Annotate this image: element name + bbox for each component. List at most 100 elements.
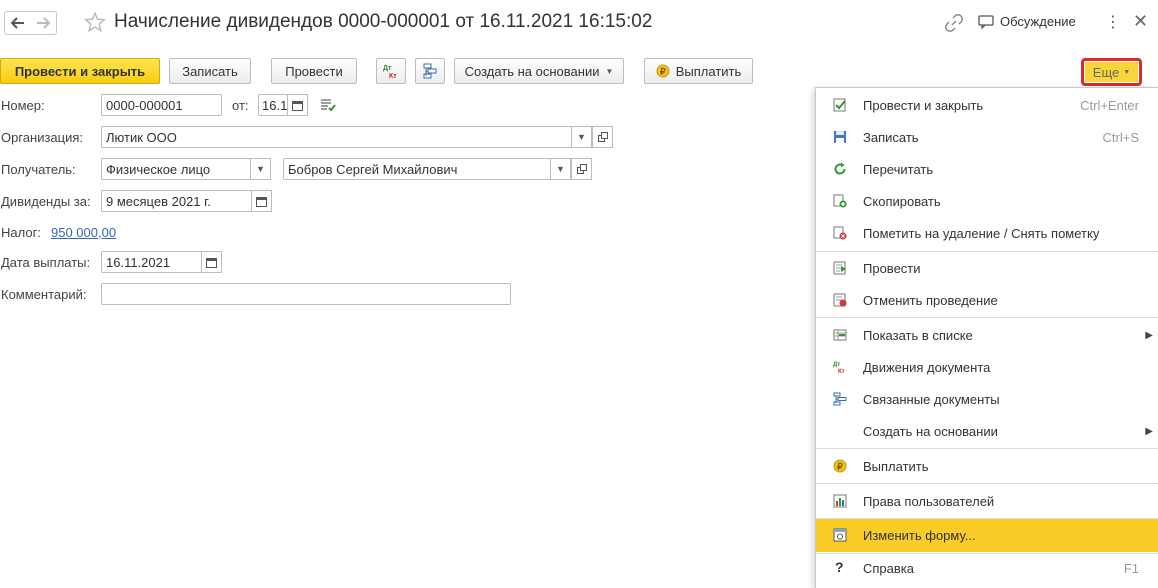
post-close-icon [833,98,846,112]
menu-item-document-movements[interactable]: Дт Кт Движения документа [816,351,1158,383]
chevron-down-icon: ▼ [256,164,265,174]
menu-item-post-and-close[interactable]: Провести и закрыть Ctrl+Enter [816,89,1158,121]
recipient-name-field[interactable]: Бобров Сергей Михайлович [283,158,551,180]
organization-dropdown-button[interactable]: ▼ [571,126,592,148]
menu-item-label: Создать на основании [863,423,998,439]
more-label: Еще [1092,64,1120,80]
chevron-down-icon: ▼ [577,132,586,142]
save-button[interactable]: Записать [169,58,251,84]
pay-label: Выплатить [675,63,742,79]
menu-item-label: Пометить на удаление / Снять пометку [863,225,1100,241]
number-field[interactable]: 0000-000001 [101,94,222,116]
coin-icon: ₽ [656,64,670,78]
help-icon: ? [835,559,844,575]
favorite-star-icon[interactable] [84,11,106,33]
recipient-type-dropdown-button[interactable]: ▼ [250,158,271,180]
menu-item-user-rights[interactable]: Права пользователей [816,485,1158,517]
pay-date-label: Дата выплаты: [1,255,91,270]
tax-label: Налог: [1,225,41,240]
menu-item-create-based-on[interactable]: Создать на основании ▶ [816,415,1158,447]
tax-link[interactable]: 950 000,00 [51,225,116,240]
pay-date-calendar-button[interactable] [201,251,222,273]
date-field[interactable]: 16.1 [258,94,288,116]
svg-text:Дт: Дт [383,65,392,72]
date-label: от: [232,98,249,113]
menu-item-post[interactable]: Провести [816,252,1158,284]
organization-open-button[interactable] [592,126,613,148]
recipient-type-field[interactable]: Физическое лицо [101,158,251,180]
menu-separator [816,317,1158,318]
menu-item-reload[interactable]: Перечитать [816,153,1158,185]
svg-text:₽: ₽ [660,67,666,77]
menu-item-unpost[interactable]: Отменить проведение [816,284,1158,316]
page-title: Начисление дивидендов 0000-000001 от 16.… [114,11,653,32]
arrow-right-icon [37,17,50,29]
organization-label: Организация: [1,130,84,145]
submenu-arrow-icon: ▶ [1145,425,1153,437]
menu-item-label: Отменить проведение [863,292,998,308]
numbering-settings-icon[interactable] [320,98,336,112]
link-icon[interactable] [945,14,963,32]
menu-item-shortcut: Ctrl+Enter [1080,97,1139,113]
forward-button[interactable] [30,11,57,35]
post-and-close-button[interactable]: Провести и закрыть [0,58,160,84]
menu-item-label: Перечитать [863,161,934,177]
menu-item-help[interactable]: ? Справка F1 [816,552,1158,584]
chevron-down-icon: ▼ [1123,68,1131,76]
title-bar: Начисление дивидендов 0000-000001 от 16.… [0,0,1158,46]
pay-date-field[interactable]: 16.11.2021 [101,251,202,273]
menu-item-label: Скопировать [863,193,941,209]
menu-item-label: Связанные документы [863,391,1000,407]
document-structure-icon [423,63,437,79]
dt-kt-button[interactable]: Дт Кт [376,58,406,84]
calendar-icon [206,257,217,268]
pay-button[interactable]: ₽ Выплатить [644,58,753,84]
submenu-arrow-icon: ▶ [1145,329,1153,341]
open-icon [597,132,608,142]
svg-text:Кт: Кт [838,369,845,374]
menu-separator [816,483,1158,484]
menu-item-mark-deletion[interactable]: Пометить на удаление / Снять пометку [816,217,1158,249]
menu-item-save[interactable]: Записать Ctrl+S [816,121,1158,153]
more-button-highlight: Еще ▼ [1081,58,1142,86]
arrow-left-icon [10,17,24,29]
menu-item-label: Провести [863,260,921,276]
menu-item-show-in-list[interactable]: Показать в списке ▶ [816,319,1158,351]
comment-field[interactable] [101,283,511,305]
svg-text:Дт: Дт [833,362,840,368]
dividends-for-field[interactable]: 9 месяцев 2021 г. [101,190,252,212]
post-button[interactable]: Провести [271,58,357,84]
show-in-list-icon [833,329,847,341]
organization-field[interactable]: Лютик ООО [101,126,572,148]
back-button[interactable] [4,11,31,35]
structure-button[interactable] [415,58,445,84]
post-icon [833,261,846,275]
menu-item-copy[interactable]: Скопировать [816,185,1158,217]
menu-item-label: Движения документа [863,359,991,375]
recipient-name-dropdown-button[interactable]: ▼ [550,158,571,180]
menu-item-pay[interactable]: ₽ Выплатить [816,450,1158,482]
save-icon [834,131,846,143]
pay-coin-icon: ₽ [833,459,847,473]
period-calendar-button[interactable] [251,190,272,212]
menu-item-change-form[interactable]: Изменить форму... [816,519,1158,552]
menu-item-label: Выплатить [863,458,929,474]
svg-text:₽: ₽ [837,462,843,472]
document-movements-icon: ДтКт [833,362,845,374]
discussion-label: Обсуждение [1000,14,1076,29]
number-label: Номер: [1,98,45,113]
more-options-icon[interactable]: ⋮ [1105,12,1121,32]
discussion-button[interactable]: Обсуждение [978,14,1076,29]
calendar-icon [292,100,303,111]
close-icon[interactable]: ✕ [1133,11,1148,32]
more-button[interactable]: Еще ▼ [1085,62,1138,82]
recipient-open-button[interactable] [571,158,592,180]
menu-separator [816,448,1158,449]
change-form-icon [833,528,847,542]
menu-item-shortcut: F1 [1123,560,1139,576]
menu-item-related-documents[interactable]: Связанные документы [816,383,1158,415]
create-based-on-button[interactable]: Создать на основании ▼ [454,58,624,84]
calendar-button[interactable] [287,94,308,116]
dividends-for-label: Дивиденды за: [1,194,91,209]
comment-label: Комментарий: [1,287,87,302]
